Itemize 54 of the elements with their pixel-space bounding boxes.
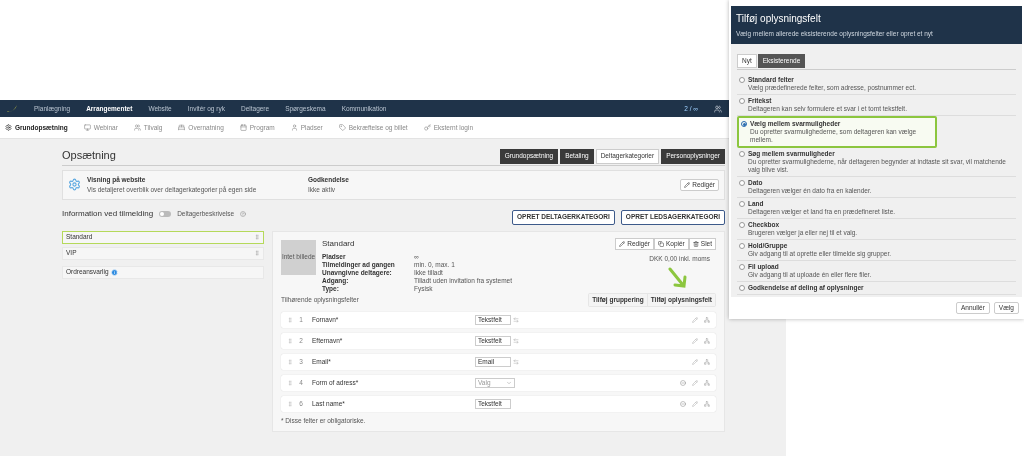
pencil-icon[interactable] <box>692 400 698 407</box>
person-icon <box>290 124 298 131</box>
radio-button[interactable] <box>739 77 745 83</box>
swap-icon[interactable] <box>513 316 519 323</box>
calendar-icon <box>239 124 247 131</box>
hierarchy-icon[interactable] <box>704 379 710 386</box>
pencil-icon <box>619 240 626 247</box>
hierarchy-icon[interactable] <box>704 316 710 323</box>
hierarchy-icon[interactable] <box>704 400 710 407</box>
drag-handle-icon[interactable] <box>287 337 293 344</box>
pencil-icon[interactable] <box>692 358 698 365</box>
pencil-icon[interactable] <box>692 316 698 323</box>
radio-button[interactable] <box>739 98 745 104</box>
section-heading: Information ved tilmelding <box>62 208 154 220</box>
drag-handle-icon[interactable] <box>287 316 293 323</box>
toggle-switch[interactable] <box>159 211 172 217</box>
users-icon[interactable] <box>714 104 722 113</box>
drag-handle-icon[interactable] <box>287 358 293 365</box>
pencil-icon[interactable] <box>692 379 698 386</box>
drag-handle-icon[interactable] <box>254 234 260 240</box>
info-icon <box>110 268 118 276</box>
radio-button[interactable] <box>739 243 745 249</box>
drag-handle-icon[interactable] <box>287 379 293 386</box>
drag-handle-icon[interactable] <box>287 400 293 407</box>
category-title: Standard <box>322 237 356 250</box>
radio-button[interactable] <box>739 285 745 291</box>
bed-icon <box>178 124 186 131</box>
swap-icon[interactable] <box>513 358 519 365</box>
monitor-icon <box>83 124 91 131</box>
radio-button[interactable] <box>739 151 745 157</box>
radio-button[interactable] <box>739 201 745 207</box>
key-icon <box>423 124 431 131</box>
page-title: Opsætning <box>62 148 116 163</box>
tag-icon <box>338 124 346 131</box>
minus-circle-icon[interactable] <box>680 379 686 386</box>
minus-circle-icon[interactable] <box>680 400 686 407</box>
radio-button[interactable] <box>739 264 745 270</box>
dialog-title: Tilføj oplysningsfelt <box>736 12 822 26</box>
hierarchy-icon[interactable] <box>704 358 710 365</box>
hierarchy-icon[interactable] <box>704 337 710 344</box>
copy-icon <box>658 240 664 247</box>
chevron-down-icon <box>506 379 512 386</box>
help-icon[interactable] <box>240 211 247 217</box>
people-icon <box>133 124 141 131</box>
drag-handle-icon[interactable] <box>254 250 260 256</box>
pencil-icon <box>684 181 691 188</box>
pencil-icon[interactable] <box>692 337 698 344</box>
radio-button[interactable] <box>739 180 745 186</box>
swap-icon[interactable] <box>513 337 519 344</box>
gear-icon <box>5 124 12 131</box>
trash-icon <box>692 240 699 247</box>
gear-icon <box>68 178 81 191</box>
radio-button[interactable] <box>741 121 747 127</box>
radio-button[interactable] <box>739 222 745 228</box>
